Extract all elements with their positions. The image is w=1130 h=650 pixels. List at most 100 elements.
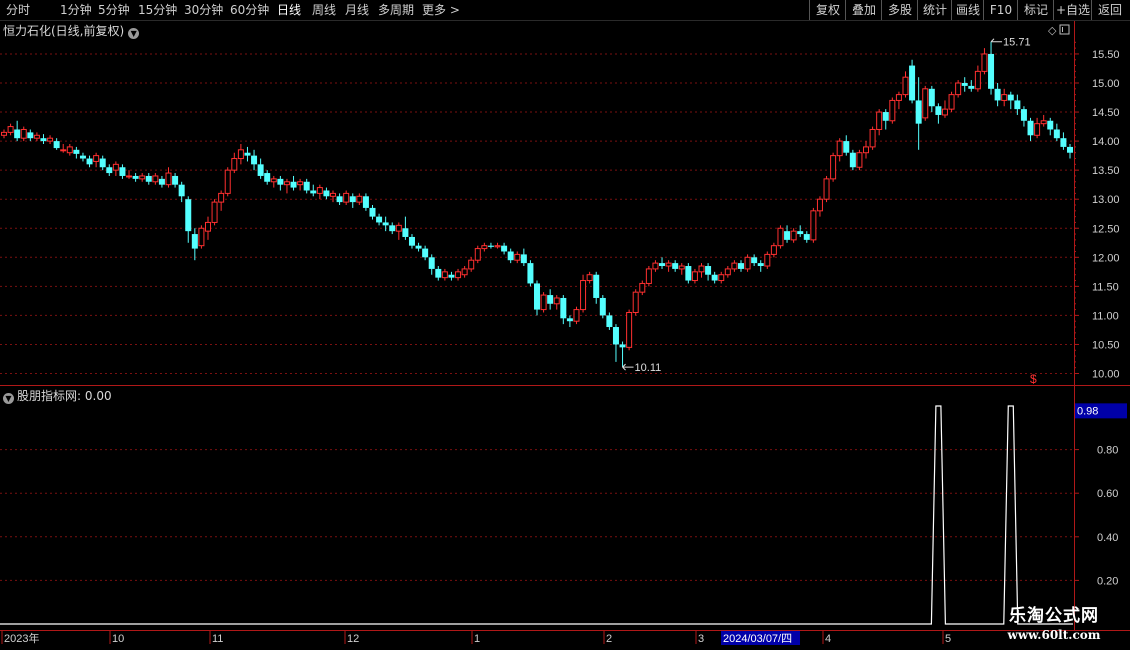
- candle-body-down: [659, 263, 666, 267]
- candle-body-down: [408, 236, 415, 246]
- candle-body-down: [106, 167, 113, 174]
- candle-body-down: [599, 297, 606, 316]
- indicator-name: 股朋指标网: [17, 389, 78, 403]
- price-tick-label: 12.50: [1092, 223, 1120, 235]
- price-tick-label: 10.50: [1092, 339, 1120, 351]
- indicator-tick-label: 0.20: [1097, 575, 1118, 587]
- price-tick-label: 14.50: [1092, 107, 1120, 119]
- candle-body-down: [1007, 94, 1014, 101]
- candle-body-up: [665, 262, 672, 267]
- candle-body-up: [126, 175, 133, 178]
- candle-body-down: [1027, 120, 1034, 136]
- candle-body-down: [534, 283, 540, 310]
- candle-body-up: [573, 309, 580, 322]
- candle-body-down: [415, 245, 422, 249]
- candle-body-down: [244, 152, 251, 156]
- candle-body-up: [494, 245, 501, 248]
- candle-body-down: [435, 268, 442, 278]
- candle-body-up: [198, 227, 205, 247]
- candle-body-down: [849, 152, 856, 168]
- candle-body-up: [316, 187, 323, 194]
- candle-body-down: [448, 274, 455, 278]
- candle-body-up: [93, 155, 100, 162]
- candle-body-up: [211, 201, 218, 223]
- candle-body-down: [422, 248, 429, 258]
- indicator-panel-title: ▼ 股朋指标网: 0.00: [3, 387, 112, 404]
- price-tick-label: 11.00: [1092, 310, 1119, 322]
- candle-body-down: [487, 245, 494, 247]
- chevron-down-icon[interactable]: ▼: [128, 28, 140, 39]
- candle-body-down: [961, 83, 968, 86]
- candle-body-down: [369, 207, 376, 217]
- candle-body-up: [395, 224, 402, 232]
- candle-body-up: [1040, 120, 1047, 125]
- candle-body-up: [790, 230, 797, 241]
- high-price-label: 15.71: [1003, 37, 1031, 49]
- candle-body-up: [770, 245, 777, 255]
- date-tick-label: 1: [474, 633, 480, 645]
- candle-body-up: [7, 126, 14, 133]
- candle-body-down: [1047, 120, 1054, 130]
- date-tick-label: 11: [212, 633, 223, 645]
- candle-body-up: [224, 169, 231, 194]
- candle-body-down: [757, 263, 764, 267]
- candle-body-down: [172, 175, 179, 185]
- candle-body-up: [218, 192, 225, 203]
- candle-body-down: [251, 155, 258, 165]
- candle-body-down: [619, 344, 626, 348]
- candle-body-down: [14, 129, 21, 139]
- candle-body-down: [1067, 146, 1073, 153]
- candle-body-up: [698, 265, 705, 273]
- candle-body-up: [112, 163, 119, 171]
- candle-body-up: [731, 262, 738, 270]
- candle-body-down: [909, 65, 916, 101]
- price-tick-label: 13.50: [1092, 165, 1120, 177]
- candle-body-down: [376, 216, 383, 223]
- candle-body-up: [553, 297, 560, 305]
- date-tick-label: 4: [825, 633, 831, 645]
- candle-body-up: [1034, 123, 1041, 136]
- candle-body-up: [876, 111, 883, 130]
- low-price-label: 10.11: [635, 362, 662, 374]
- candle-body-down: [520, 254, 527, 264]
- main-panel-title: 恒力石化(日线,前复权) ▼: [3, 22, 140, 39]
- date-tick-label: 5: [945, 633, 951, 645]
- candle-body-down: [303, 181, 310, 191]
- price-tick-label: 10.00: [1092, 369, 1120, 381]
- high-marker: [990, 38, 1003, 43]
- candle-body-down: [507, 251, 514, 261]
- price-tick-label: 13.00: [1092, 194, 1120, 206]
- candle-body-down: [784, 231, 791, 240]
- indicator-value-badge-text: 0.98: [1077, 405, 1098, 417]
- candle-body-up: [237, 149, 244, 160]
- candle-body-down: [53, 141, 60, 149]
- candle-body-down: [132, 175, 139, 179]
- chevron-down-icon[interactable]: ▼: [3, 393, 14, 404]
- candle-body-down: [882, 112, 889, 121]
- dividend-marker-icon: $: [1030, 372, 1037, 386]
- candle-body-down: [158, 178, 165, 185]
- candle-body-down: [79, 155, 86, 159]
- candle-body-up: [974, 70, 981, 90]
- candle-body-up: [810, 210, 817, 241]
- candle-body-up: [540, 294, 547, 311]
- candle-body-down: [994, 88, 1001, 101]
- candle-body-down: [547, 295, 554, 304]
- candle-body-down: [382, 222, 389, 226]
- candle-body-up: [777, 227, 784, 247]
- candle-body-down: [685, 266, 692, 281]
- candle-body-down: [119, 167, 126, 176]
- kline-chart[interactable]: 15.50 15.00 14.50 14.00 13.50 13.00 12.50 12.00…: [0, 0, 1130, 650]
- watermark: 乐淘公式网 www.60lt.com: [982, 605, 1126, 647]
- candle-body-up: [468, 259, 475, 270]
- candle-body-down: [672, 263, 679, 269]
- date-tick-label: 3: [698, 633, 704, 645]
- candle-body-up: [514, 253, 521, 261]
- stock-title: 恒力石化(日线,前复权): [3, 24, 125, 38]
- candle-body-down: [737, 263, 744, 269]
- candle-body-up: [441, 271, 448, 279]
- candle-body-down: [191, 234, 198, 249]
- candle-body-down: [593, 274, 600, 298]
- candle-body-up: [889, 99, 896, 122]
- candle-body-up: [474, 248, 481, 261]
